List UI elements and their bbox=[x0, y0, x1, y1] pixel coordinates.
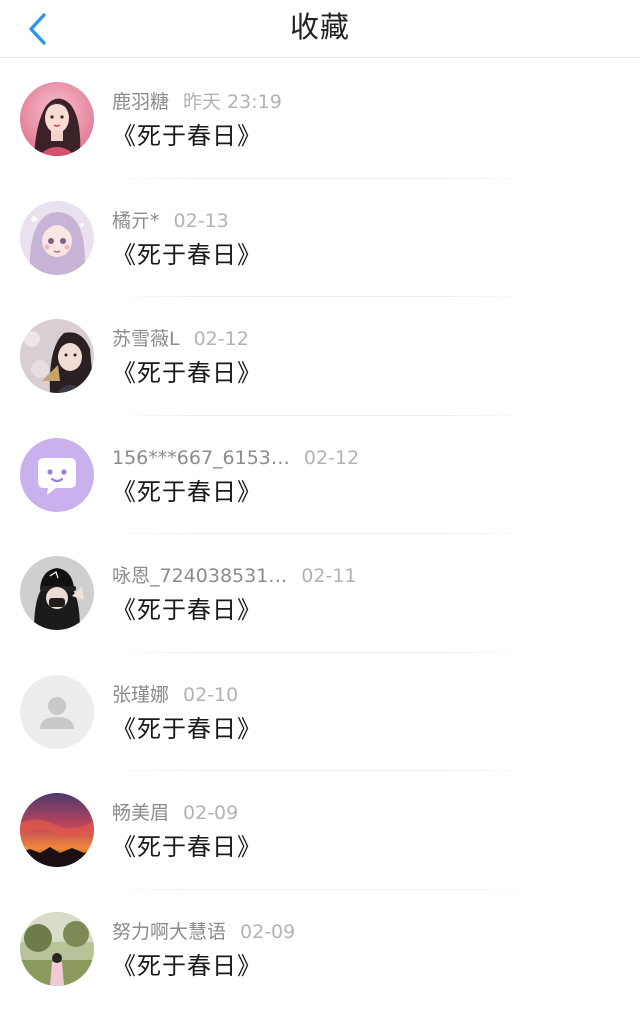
item-meta: 156***667_6153… 02-12 bbox=[112, 446, 359, 470]
avatar[interactable] bbox=[20, 911, 94, 986]
girl-with-fan-avatar-icon bbox=[20, 319, 94, 393]
user-name[interactable]: 努力啊大慧语 bbox=[112, 921, 226, 943]
item-date: 02-09 bbox=[240, 920, 296, 943]
avatar[interactable] bbox=[20, 200, 94, 275]
user-name[interactable]: 张瑾娜 bbox=[112, 684, 169, 706]
top-bar: 收藏 bbox=[0, 0, 640, 58]
garden-photo-avatar-icon bbox=[20, 911, 94, 986]
item-date: 02-12 bbox=[193, 328, 249, 350]
user-name[interactable]: 咏恩_724038531… bbox=[112, 565, 287, 587]
book-title[interactable]: 《死于春日》 bbox=[112, 357, 262, 389]
avatar[interactable] bbox=[20, 437, 94, 512]
user-name[interactable]: 畅美眉 bbox=[112, 802, 169, 824]
list-item[interactable]: 鹿羽糖 昨天 23:19 《死于春日》 bbox=[0, 60, 640, 179]
item-date: 02-11 bbox=[301, 565, 357, 587]
item-meta: 鹿羽糖 昨天 23:19 bbox=[112, 90, 282, 114]
page-title: 收藏 bbox=[289, 10, 350, 44]
item-date: 02-10 bbox=[183, 683, 239, 706]
avatar[interactable] bbox=[20, 674, 94, 749]
user-name[interactable]: 156***667_6153… bbox=[112, 447, 290, 469]
list-item[interactable]: 咏恩_724038531… 02-11 《死于春日》 bbox=[0, 534, 640, 653]
item-meta: 努力啊大慧语 02-09 bbox=[112, 920, 295, 944]
sunset-sky-avatar-icon bbox=[20, 793, 94, 867]
book-title[interactable]: 《死于春日》 bbox=[112, 239, 262, 271]
item-meta: 咏恩_724038531… 02-11 bbox=[112, 564, 357, 588]
favorites-list: 鹿羽糖 昨天 23:19 《死于春日》 橘亓* 02-13 《死于春日》 苏雪薇… bbox=[0, 60, 640, 1008]
item-meta: 橘亓* 02-13 bbox=[112, 209, 229, 233]
book-title[interactable]: 《死于春日》 bbox=[112, 950, 262, 982]
avatar[interactable] bbox=[20, 556, 94, 630]
list-item[interactable]: 畅美眉 02-09 《死于春日》 bbox=[0, 771, 640, 890]
item-meta: 张瑾娜 02-10 bbox=[112, 683, 238, 707]
list-item[interactable]: 张瑾娜 02-10 《死于春日》 bbox=[0, 653, 640, 771]
book-title[interactable]: 《死于春日》 bbox=[112, 713, 262, 745]
chat-bubble-purple-avatar-icon bbox=[20, 437, 94, 512]
book-title[interactable]: 《死于春日》 bbox=[112, 476, 262, 508]
avatar[interactable] bbox=[20, 319, 94, 393]
list-item[interactable]: 156***667_6153… 02-12 《死于春日》 bbox=[0, 416, 640, 534]
item-date: 02-09 bbox=[183, 802, 239, 824]
avatar[interactable] bbox=[20, 82, 94, 156]
avatar[interactable] bbox=[20, 793, 94, 867]
item-date: 昨天 23:19 bbox=[183, 91, 282, 113]
book-title[interactable]: 《死于春日》 bbox=[112, 831, 262, 863]
book-title[interactable]: 《死于春日》 bbox=[112, 120, 262, 152]
default-user-grey-avatar-icon bbox=[20, 674, 94, 749]
item-date: 02-13 bbox=[173, 209, 229, 232]
user-name[interactable]: 苏雪薇L bbox=[112, 328, 180, 350]
item-meta: 畅美眉 02-09 bbox=[112, 801, 238, 825]
item-date: 02-12 bbox=[303, 446, 360, 469]
item-meta: 苏雪薇L 02-12 bbox=[112, 327, 249, 351]
user-name[interactable]: 橘亓* bbox=[112, 210, 160, 232]
favorites-page: 收藏 鹿羽糖 昨天 23:19 《死于春日》 橘亓* 02-13 《死于春日》 … bbox=[0, 0, 640, 1016]
book-title[interactable]: 《死于春日》 bbox=[112, 594, 262, 626]
anime-girl-lavender-avatar-icon bbox=[20, 200, 94, 275]
list-item[interactable]: 橘亓* 02-13 《死于春日》 bbox=[0, 179, 640, 297]
girl-portrait-pink-avatar-icon bbox=[20, 82, 94, 156]
user-name[interactable]: 鹿羽糖 bbox=[112, 91, 169, 113]
list-item[interactable]: 努力啊大慧语 02-09 《死于春日》 bbox=[0, 890, 640, 1009]
girl-black-cap-avatar-icon bbox=[20, 556, 94, 630]
list-item[interactable]: 苏雪薇L 02-12 《死于春日》 bbox=[0, 297, 640, 416]
